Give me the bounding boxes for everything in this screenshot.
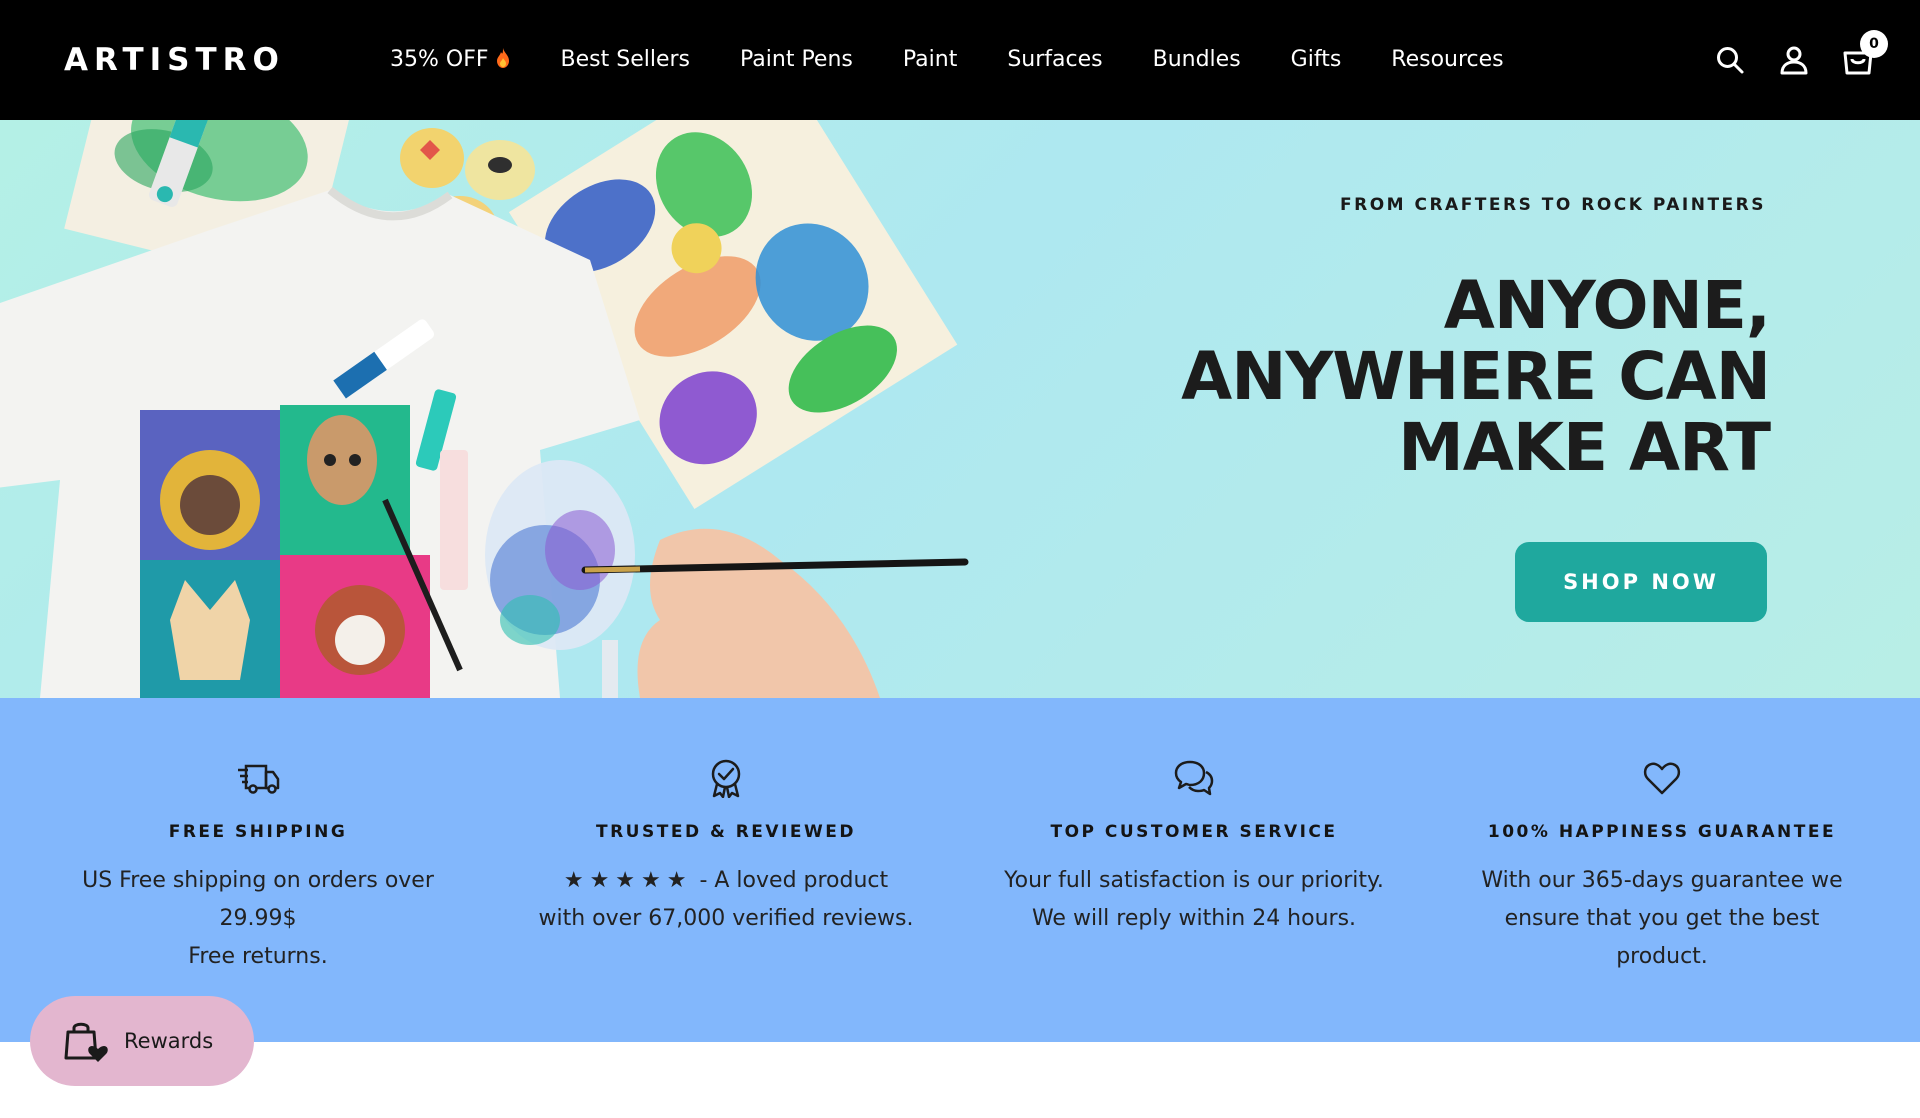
nav-item-paint-pens[interactable]: Paint Pens (740, 40, 853, 80)
feature-text-line: Free returns. (188, 944, 328, 969)
nav-item-surfaces[interactable]: Surfaces (1007, 40, 1102, 80)
rewards-button[interactable]: Rewards (30, 996, 254, 1086)
feature-trusted-reviewed: TRUSTED & REVIEWED ★★★★★ - A loved produ… (492, 698, 960, 938)
main-nav: 35% OFF Best Sellers Paint Pens Paint Su… (390, 40, 1554, 80)
search-button[interactable] (1708, 38, 1752, 82)
feature-title: FREE SHIPPING (168, 822, 348, 842)
feature-text-line: with over 67,000 verified reviews. (538, 906, 914, 931)
shopping-bag-heart-icon (64, 1022, 108, 1062)
hero-title-line: ANYWHERE CAN (1181, 338, 1771, 415)
feature-happiness-guarantee: 100% HAPPINESS GUARANTEE With our 365-da… (1428, 698, 1896, 976)
rewards-label: Rewards (124, 1029, 214, 1053)
feature-text-line: Your full satisfaction is our priority. (1004, 868, 1384, 893)
rating-stars: ★★★★★ (563, 868, 693, 893)
account-button[interactable] (1772, 38, 1816, 82)
hero-title-line: ANYONE, (1443, 267, 1771, 344)
nav-item-best-sellers[interactable]: Best Sellers (561, 40, 690, 80)
feature-text-line: We will reply within 24 hours. (1031, 906, 1357, 931)
feature-text-line: ★★★★★ - A loved product (526, 862, 926, 900)
feature-text-line: product. (1616, 944, 1708, 969)
truck-icon (238, 764, 280, 794)
shop-now-button[interactable]: SHOP NOW (1515, 542, 1767, 622)
chat-bubbles-icon (1174, 760, 1214, 796)
feature-text: ★★★★★ - A loved product with over 67,000… (526, 862, 926, 938)
hero-title: ANYONE, ANYWHERE CAN MAKE ART (1010, 267, 1771, 486)
hero-eyebrow: FROM CRAFTERS TO ROCK PAINTERS (1339, 195, 1766, 215)
cart-button[interactable]: 0 (1836, 30, 1888, 82)
feature-title: TOP CUSTOMER SERVICE (1050, 822, 1338, 842)
site-logo[interactable]: ARTISTRO (64, 40, 285, 80)
account-icon (1780, 46, 1808, 75)
feature-customer-service: TOP CUSTOMER SERVICE Your full satisfact… (960, 698, 1428, 938)
heart-icon (1643, 762, 1681, 795)
feature-title: 100% HAPPINESS GUARANTEE (1487, 822, 1837, 842)
nav-item-resources[interactable]: Resources (1391, 40, 1503, 80)
feature-text: Your full satisfaction is our priority. … (994, 862, 1394, 938)
header-actions: 0 (1688, 30, 1888, 82)
hero-title-line: MAKE ART (1398, 409, 1771, 486)
feature-free-shipping: FREE SHIPPING US Free shipping on orders… (24, 698, 492, 976)
nav-item-bundles[interactable]: Bundles (1153, 40, 1241, 80)
nav-item-sale[interactable]: 35% OFF (390, 40, 511, 80)
feature-text-line: US Free shipping on orders over (82, 868, 434, 893)
flame-icon (496, 48, 509, 68)
feature-text-line: With our 365-days guarantee we (1481, 868, 1843, 893)
hero-banner: FROM CRAFTERS TO ROCK PAINTERS ANYONE, A… (0, 120, 1920, 698)
nav-item-paint[interactable]: Paint (903, 40, 957, 80)
cart-count-badge: 0 (1860, 30, 1888, 58)
nav-item-label: 35% OFF (390, 47, 489, 72)
feature-title: TRUSTED & REVIEWED (596, 822, 856, 842)
feature-text: US Free shipping on orders over 29.99$ F… (58, 862, 458, 976)
hero-image (0, 120, 969, 698)
site-header: ARTISTRO 35% OFF Best Sellers Paint Pens… (0, 0, 1920, 120)
feature-text-line: ensure that you get the best (1504, 906, 1820, 931)
feature-text: With our 365-days guarantee we ensure th… (1462, 862, 1862, 976)
feature-text-span: - A loved product (692, 868, 889, 893)
award-badge-icon (711, 759, 741, 798)
features-bar: FREE SHIPPING US Free shipping on orders… (0, 698, 1920, 1042)
feature-text-line: 29.99$ (219, 906, 297, 931)
search-icon (1717, 47, 1744, 74)
nav-item-gifts[interactable]: Gifts (1291, 40, 1342, 80)
